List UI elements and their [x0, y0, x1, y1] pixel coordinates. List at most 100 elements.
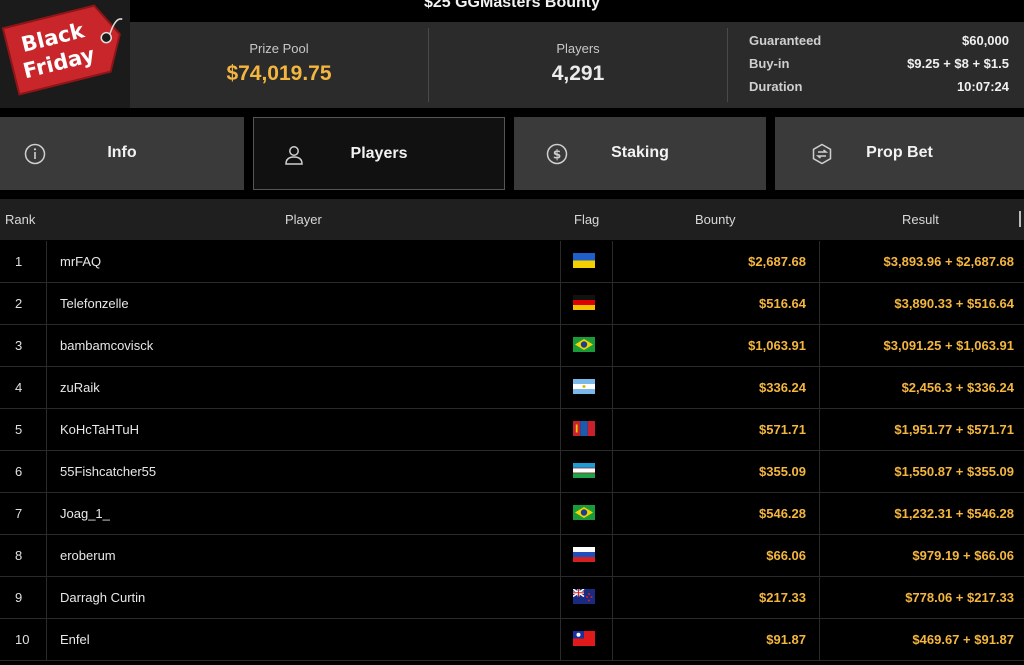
- column-flag[interactable]: Flag: [574, 212, 599, 227]
- row-divider: [819, 451, 820, 492]
- row-divider: [819, 241, 820, 282]
- column-result[interactable]: Result: [902, 212, 939, 227]
- row-divider: [560, 283, 561, 324]
- result-cell: $3,091.25 + $1,063.91: [883, 338, 1014, 353]
- players-count: Players 4,291: [430, 22, 726, 108]
- table-header: Rank Player Flag Bounty Result: [0, 199, 1024, 240]
- taiwan-flag-icon: [573, 631, 595, 646]
- bounty-cell: $571.71: [759, 422, 806, 437]
- row-divider: [612, 535, 613, 576]
- row-divider: [560, 325, 561, 366]
- duration-row: Duration 10:07:24: [749, 79, 1009, 102]
- row-divider: [819, 535, 820, 576]
- result-cell: $3,890.33 + $516.64: [894, 296, 1014, 311]
- tab-players-label: Players: [350, 145, 408, 162]
- guaranteed-label: Guaranteed: [749, 33, 822, 48]
- row-divider: [46, 619, 47, 660]
- divider: [727, 28, 728, 102]
- tournament-stats: Prize Pool $74,019.75 Players 4,291 Guar…: [130, 22, 1024, 108]
- row-divider: [612, 493, 613, 534]
- row-divider: [612, 283, 613, 324]
- player-name[interactable]: Darragh Curtin: [60, 577, 145, 618]
- row-divider: [612, 619, 613, 660]
- table-row[interactable]: 5 KoHcTaHTuH $571.71 $1,951.77 + $571.71: [0, 409, 1024, 451]
- tab-info-label: Info: [107, 144, 137, 161]
- row-divider: [560, 241, 561, 282]
- bounty-cell: $516.64: [759, 296, 806, 311]
- player-name[interactable]: KoHcTaHTuH: [60, 409, 139, 450]
- uzbekistan-flag-icon: [573, 463, 595, 478]
- rank-cell: 5: [15, 422, 23, 437]
- row-divider: [612, 367, 613, 408]
- bounty-cell: $355.09: [759, 464, 806, 479]
- germany-flag-icon: [573, 295, 595, 310]
- result-cell: $2,456.3 + $336.24: [901, 380, 1014, 395]
- column-bounty[interactable]: Bounty: [695, 212, 735, 227]
- row-divider: [46, 577, 47, 618]
- row-divider: [46, 493, 47, 534]
- tab-players[interactable]: Players: [253, 117, 505, 190]
- scrollbar[interactable]: [1019, 211, 1021, 227]
- player-name[interactable]: eroberum: [60, 535, 116, 576]
- rank-cell: 8: [15, 548, 23, 563]
- guaranteed-value: $60,000: [962, 33, 1009, 48]
- bounty-cell: $546.28: [759, 506, 806, 521]
- result-cell: $778.06 + $217.33: [905, 590, 1014, 605]
- buyin-value: $9.25 + $8 + $1.5: [907, 56, 1009, 71]
- row-divider: [560, 619, 561, 660]
- mongolia-flag-icon: [573, 421, 595, 436]
- player-name[interactable]: 55Fishcatcher55: [60, 451, 156, 492]
- row-divider: [819, 493, 820, 534]
- tournament-details: Guaranteed $60,000 Buy-in $9.25 + $8 + $…: [749, 33, 1009, 102]
- table-row[interactable]: 3 bambamcovisck $1,063.91 $3,091.25 + $1,06…: [0, 325, 1024, 367]
- new-zealand-flag-icon: [573, 589, 595, 604]
- player-name[interactable]: bambamcovisck: [60, 325, 153, 366]
- bounty-cell: $66.06: [766, 548, 806, 563]
- rank-cell: 2: [15, 296, 23, 311]
- row-divider: [612, 325, 613, 366]
- buyin-row: Buy-in $9.25 + $8 + $1.5: [749, 56, 1009, 79]
- row-divider: [819, 325, 820, 366]
- duration-value: 10:07:24: [956, 79, 1009, 94]
- player-name[interactable]: Joag_1_: [60, 493, 110, 534]
- russia-flag-icon: [573, 547, 595, 562]
- duration-label: Duration: [749, 79, 803, 94]
- row-divider: [46, 409, 47, 450]
- table-row[interactable]: 1 mrFAQ $2,687.68 $3,893.96 + $2,687.68: [0, 241, 1024, 283]
- table-row[interactable]: 4 zuRaik $336.24 $2,456.3 + $336.24: [0, 367, 1024, 409]
- row-divider: [612, 451, 613, 492]
- tournament-title: $25 GGMasters Bounty: [0, 0, 1024, 22]
- buyin-label: Buy-in: [749, 56, 790, 71]
- tab-prop-bet[interactable]: Prop Bet: [775, 117, 1024, 190]
- player-name[interactable]: Enfel: [60, 619, 90, 660]
- players-value: 4,291: [551, 62, 605, 85]
- player-name[interactable]: zuRaik: [60, 367, 100, 408]
- column-rank[interactable]: Rank: [5, 212, 35, 227]
- rank-cell: 3: [15, 338, 23, 353]
- result-cell: $3,893.96 + $2,687.68: [883, 254, 1014, 269]
- table-row[interactable]: 7 Joag_1_ $546.28 $1,232.31 + $546.28: [0, 493, 1024, 535]
- table-row[interactable]: 2 Telefonzelle $516.64 $3,890.33 + $516.64: [0, 283, 1024, 325]
- ukraine-flag-icon: [573, 253, 595, 268]
- bounty-cell: $217.33: [759, 590, 806, 605]
- rank-cell: 10: [15, 632, 30, 647]
- row-divider: [46, 535, 47, 576]
- row-divider: [46, 451, 47, 492]
- table-row[interactable]: 9 Darragh Curtin $217.33 $778.06 + $217.33: [0, 577, 1024, 619]
- result-cell: $1,550.87 + $355.09: [894, 464, 1014, 479]
- row-divider: [612, 241, 613, 282]
- table-row[interactable]: 8 eroberum $66.06 $979.19 + $66.06: [0, 535, 1024, 577]
- tab-staking[interactable]: $ Staking: [514, 117, 766, 190]
- tab-info[interactable]: Info: [0, 117, 244, 190]
- table-row[interactable]: 10 Enfel $91.87 $469.67 + $91.87: [0, 619, 1024, 661]
- bounty-cell: $91.87: [766, 632, 806, 647]
- bounty-cell: $336.24: [759, 380, 806, 395]
- guaranteed-row: Guaranteed $60,000: [749, 33, 1009, 56]
- column-player[interactable]: Player: [285, 212, 322, 227]
- player-name[interactable]: Telefonzelle: [60, 283, 129, 324]
- row-divider: [819, 283, 820, 324]
- result-cell: $1,951.77 + $571.71: [894, 422, 1014, 437]
- player-name[interactable]: mrFAQ: [60, 241, 101, 282]
- table-row[interactable]: 6 55Fishcatcher55 $355.09 $1,550.87 + $355.…: [0, 451, 1024, 493]
- black-friday-badge: Black Friday: [0, 0, 130, 108]
